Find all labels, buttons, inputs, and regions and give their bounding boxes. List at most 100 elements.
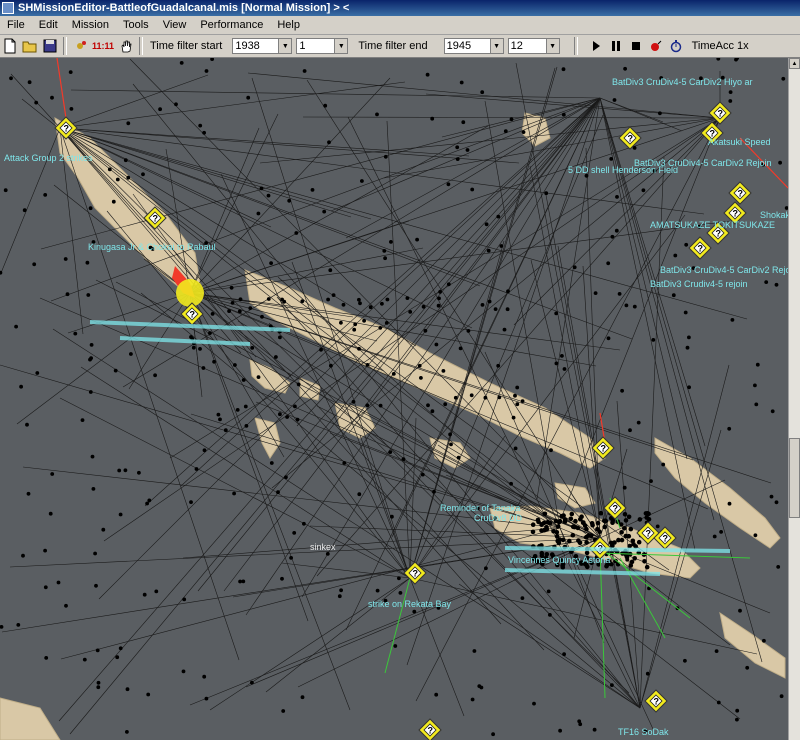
waypoint-dot[interactable]	[716, 58, 721, 61]
waypoint-dot[interactable]	[469, 393, 474, 398]
waypoint-dot[interactable]	[432, 489, 436, 494]
waypoint-dot[interactable]	[616, 537, 621, 543]
waypoint-dot[interactable]	[146, 692, 151, 697]
waypoint-dot[interactable]	[390, 514, 394, 519]
waypoint-dot[interactable]	[535, 517, 541, 523]
waypoint-dot[interactable]	[642, 559, 647, 564]
waypoint-dot[interactable]	[655, 524, 660, 529]
waypoint-dot[interactable]	[287, 198, 292, 203]
map-label[interactable]: AMATSUKAZE TOKITSUKAZE	[650, 220, 775, 230]
record-button[interactable]	[647, 37, 665, 55]
waypoint-dot[interactable]	[606, 336, 611, 341]
waypoint-dot[interactable]	[329, 363, 333, 368]
waypoint-dot[interactable]	[194, 467, 199, 471]
map-label[interactable]: BatDiv3 CruDiv4-5 CarDiv2 Rejoin	[660, 265, 788, 275]
map-label[interactable]: CruDiv8 DD	[474, 513, 523, 523]
waypoint-dot[interactable]	[94, 583, 98, 588]
waypoint-dot[interactable]	[292, 531, 297, 535]
waypoint-dot[interactable]	[198, 347, 202, 351]
waypoint-dot[interactable]	[216, 412, 221, 417]
waypoint-dot[interactable]	[470, 697, 475, 702]
waypoint-dot[interactable]	[25, 422, 29, 427]
unit-marker-icon[interactable]: ?	[688, 236, 712, 260]
clock-button[interactable]: 11:11	[91, 37, 115, 55]
waypoint-dot[interactable]	[107, 167, 112, 172]
waypoint-dot[interactable]	[237, 309, 242, 314]
waypoint-dot[interactable]	[295, 417, 300, 422]
waypoint-dot[interactable]	[557, 518, 563, 524]
waypoint-dot[interactable]	[397, 576, 401, 581]
waypoint-dot[interactable]	[446, 182, 451, 187]
waypoint-dot[interactable]	[684, 242, 689, 247]
waypoint-dot[interactable]	[712, 534, 717, 539]
waypoint-dot[interactable]	[430, 116, 435, 121]
new-file-button[interactable]	[1, 37, 19, 55]
waypoint-dot[interactable]	[218, 417, 222, 422]
unit-marker-icon[interactable]: ?	[603, 496, 627, 520]
waypoint-dot[interactable]	[341, 302, 346, 307]
stop-button[interactable]	[627, 37, 645, 55]
waypoint-dot[interactable]	[520, 596, 525, 600]
waypoint-dot[interactable]	[278, 335, 282, 340]
waypoint-dot[interactable]	[641, 188, 646, 193]
waypoint-dot[interactable]	[368, 305, 373, 310]
menu-tools[interactable]: Tools	[116, 19, 156, 31]
waypoint-dot[interactable]	[687, 335, 691, 340]
waypoint-dot[interactable]	[622, 485, 627, 490]
menu-view[interactable]: View	[156, 19, 194, 31]
waypoint-dot[interactable]	[561, 67, 566, 72]
map-label[interactable]: sinkex	[310, 542, 336, 552]
waypoint-dot[interactable]	[539, 528, 544, 533]
waypoint-dot[interactable]	[551, 528, 556, 534]
waypoint-dot[interactable]	[383, 154, 388, 159]
waypoint-dot[interactable]	[233, 363, 237, 367]
waypoint-dot[interactable]	[644, 564, 650, 570]
waypoint-dot[interactable]	[730, 318, 735, 322]
waypoint-dot[interactable]	[727, 426, 732, 431]
waypoint-dot[interactable]	[378, 403, 383, 408]
waypoint-dot[interactable]	[3, 188, 8, 193]
waypoint-dot[interactable]	[619, 530, 624, 535]
waypoint-dot[interactable]	[496, 214, 501, 219]
filter-start-month-select[interactable]: 1 ▼	[296, 38, 349, 54]
waypoint-dot[interactable]	[90, 454, 95, 459]
waypoint-dot[interactable]	[483, 395, 488, 400]
waypoint-dot[interactable]	[412, 609, 417, 614]
waypoint-dot[interactable]	[560, 354, 564, 358]
waypoint-dot[interactable]	[486, 248, 491, 253]
waypoint-dot[interactable]	[274, 355, 278, 359]
waypoint-dot[interactable]	[232, 491, 237, 496]
waypoint-dot[interactable]	[408, 310, 413, 314]
waypoint-dot[interactable]	[362, 318, 366, 323]
map-canvas[interactable]: ?????????????????? BatDiv3 CruDiv4-5 Car…	[0, 58, 788, 740]
waypoint-dot[interactable]	[443, 402, 448, 407]
map-label[interactable]: TF16 SoDak	[618, 727, 669, 737]
waypoint-dot[interactable]	[358, 301, 362, 306]
waypoint-dot[interactable]	[466, 329, 471, 333]
waypoint-dot[interactable]	[141, 172, 145, 177]
waypoint-dot[interactable]	[503, 129, 508, 134]
waypoint-dot[interactable]	[235, 408, 240, 412]
timer-button[interactable]	[667, 37, 685, 55]
waypoint-dot[interactable]	[624, 303, 629, 308]
waypoint-dot[interactable]	[561, 513, 566, 518]
map-label[interactable]: Reminder of Tanaka	[440, 503, 520, 513]
waypoint-dot[interactable]	[326, 297, 330, 302]
waypoint-dot[interactable]	[328, 268, 333, 273]
waypoint-dot[interactable]	[32, 262, 37, 267]
waypoint-dot[interactable]	[118, 512, 123, 517]
waypoint-dot[interactable]	[610, 683, 614, 687]
waypoint-dot[interactable]	[125, 687, 130, 692]
waypoint-dot[interactable]	[637, 517, 643, 522]
waypoint-dot[interactable]	[774, 282, 779, 287]
waypoint-dot[interactable]	[223, 428, 228, 433]
waypoint-dot[interactable]	[208, 331, 212, 335]
unit-marker-icon[interactable]: ?	[728, 181, 752, 205]
waypoint-dot[interactable]	[683, 658, 687, 663]
mission-map[interactable]: ?????????????????? BatDiv3 CruDiv4-5 Car…	[0, 58, 788, 740]
waypoint-dot[interactable]	[774, 500, 779, 505]
waypoint-dot[interactable]	[43, 548, 47, 553]
waypoint-dot[interactable]	[515, 385, 520, 390]
waypoint-dot[interactable]	[115, 655, 120, 660]
waypoint-dot[interactable]	[181, 669, 186, 674]
